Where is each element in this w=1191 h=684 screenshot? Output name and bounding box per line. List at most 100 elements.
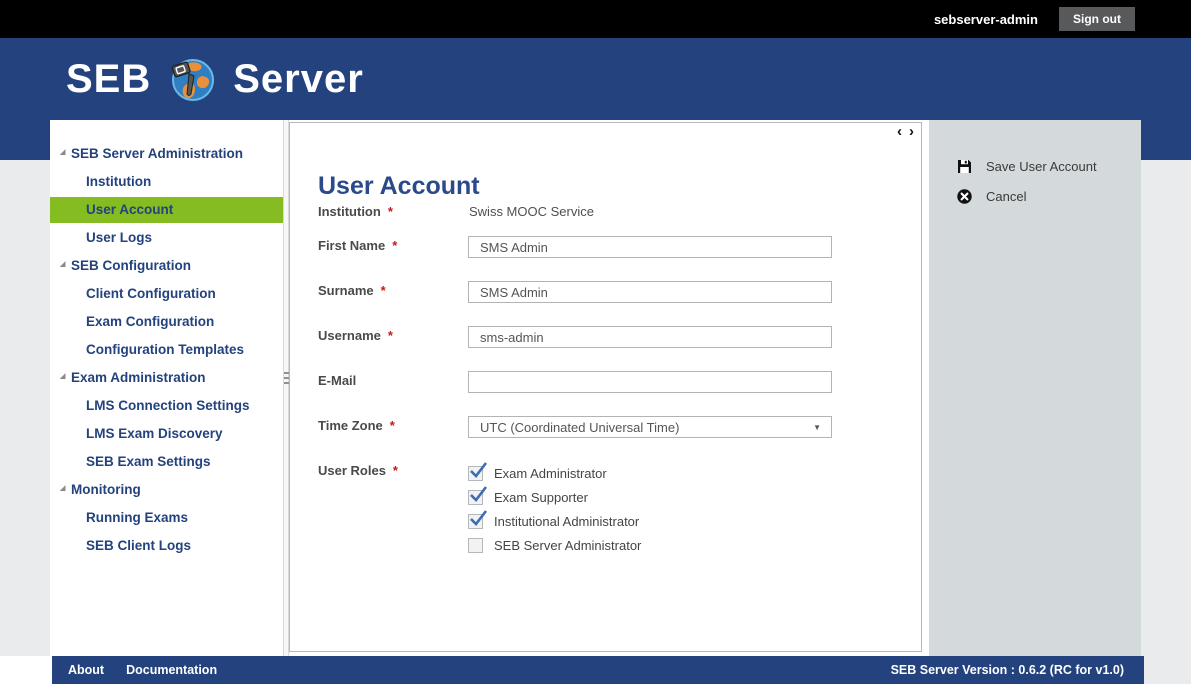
app-header: SEB Server (0, 38, 1191, 120)
e-mail-field[interactable] (468, 371, 832, 393)
user-account-form-panel: ‹ › User Account Institution* Swiss MOOC … (289, 122, 922, 652)
sidebar-item-exam-configuration[interactable]: Exam Configuration (50, 309, 283, 335)
cancel-button[interactable]: Cancel (929, 186, 1141, 206)
tree-expand-icon[interactable]: ◢ (60, 476, 71, 502)
sidebar-item-label: SEB Exam Settings (86, 449, 211, 475)
sidebar-item-label: Running Exams (86, 505, 188, 531)
save-user-account-button[interactable]: Save User Account (929, 156, 1141, 176)
sidebar-item-configuration-templates[interactable]: Configuration Templates (50, 337, 283, 363)
navigate-forward-icon[interactable]: › (909, 124, 914, 140)
role-checkbox-institutional-administrator[interactable]: Institutional Administrator (468, 513, 639, 529)
cancel-button-label: Cancel (986, 189, 1026, 204)
right-edge-gray (1141, 160, 1191, 684)
documentation-link[interactable]: Documentation (126, 663, 217, 677)
left-edge-gray (0, 160, 50, 656)
tree-expand-icon[interactable]: ◢ (60, 140, 71, 166)
dropdown-arrow-icon: ▼ (813, 423, 821, 432)
sidebar-item-label: Monitoring (71, 477, 141, 503)
history-navigation: ‹ › (897, 124, 914, 140)
sidebar-item-lms-exam-discovery[interactable]: LMS Exam Discovery (50, 421, 283, 447)
sidebar-item-label: Exam Administration (71, 365, 206, 391)
sidebar-item-user-account[interactable]: User Account (50, 197, 283, 223)
role-checkbox-label: Exam Administrator (494, 466, 607, 481)
checkbox-checked-icon[interactable] (468, 514, 483, 529)
field-row-user-roles: User Roles*Exam AdministratorExam Suppor… (318, 463, 898, 563)
sidebar-item-client-configuration[interactable]: Client Configuration (50, 281, 283, 307)
sidebar-item-running-exams[interactable]: Running Exams (50, 505, 283, 531)
floppy-disk-icon (957, 159, 972, 174)
role-checkbox-label: SEB Server Administrator (494, 538, 641, 553)
sidebar-item-label: LMS Exam Discovery (86, 421, 223, 447)
username-field[interactable] (468, 326, 832, 348)
sidebar-item-label: SEB Client Logs (86, 533, 191, 559)
role-checkbox-exam-administrator[interactable]: Exam Administrator (468, 465, 607, 481)
sidebar-item-seb-configuration[interactable]: ◢SEB Configuration (50, 253, 283, 279)
page-title: User Account (318, 172, 480, 201)
sidebar-item-seb-exam-settings[interactable]: SEB Exam Settings (50, 449, 283, 475)
field-label-institution: Institution* (318, 204, 393, 219)
right-edge-blue (1141, 120, 1191, 160)
seb-globe-beamer-icon (169, 56, 215, 102)
sidebar-item-label: LMS Connection Settings (86, 393, 250, 419)
seb-server-app: sebserver-admin Sign out SEB Server ◢SEB… (0, 0, 1191, 684)
sidebar-item-label: Institution (86, 169, 151, 195)
save-button-label: Save User Account (986, 159, 1097, 174)
role-checkbox-label: Institutional Administrator (494, 514, 639, 529)
sidebar-item-label: Exam Configuration (86, 309, 214, 335)
logo-text-seb: SEB (66, 57, 151, 102)
first-name-field[interactable] (468, 236, 832, 258)
field-row-surname: Surname* (318, 283, 898, 307)
surname-field[interactable] (468, 281, 832, 303)
role-checkbox-exam-supporter[interactable]: Exam Supporter (468, 489, 588, 505)
about-link[interactable]: About (68, 663, 104, 677)
tree-expand-icon[interactable]: ◢ (60, 252, 71, 278)
logged-in-username: sebserver-admin (934, 12, 1038, 27)
checkbox-checked-icon[interactable] (468, 490, 483, 505)
navigate-back-icon[interactable]: ‹ (897, 124, 902, 140)
left-edge-blue (0, 120, 50, 160)
required-marker: * (388, 328, 393, 343)
role-checkbox-label: Exam Supporter (494, 490, 588, 505)
sidebar-item-institution[interactable]: Institution (50, 169, 283, 195)
sidebar-item-label: SEB Configuration (71, 253, 191, 279)
field-label-e-mail: E-Mail (318, 373, 356, 388)
sidebar-item-seb-server-administration[interactable]: ◢SEB Server Administration (50, 141, 283, 167)
sidebar-item-label: Configuration Templates (86, 337, 244, 363)
sidebar-item-seb-client-logs[interactable]: SEB Client Logs (50, 533, 283, 559)
field-row-time-zone: Time Zone* UTC (Coordinated Universal Tim… (318, 418, 898, 442)
sidebar-item-label: User Account (86, 197, 173, 223)
sidebar-item-lms-connection-settings[interactable]: LMS Connection Settings (50, 393, 283, 419)
logo-text-server: Server (233, 57, 364, 102)
field-row-e-mail: E-Mail (318, 373, 898, 397)
field-row-institution: Institution* Swiss MOOC Service (318, 204, 898, 228)
footer-bar: About Documentation SEB Server Version :… (52, 656, 1144, 684)
field-label-first-name: First Name* (318, 238, 397, 253)
field-row-username: Username* (318, 328, 898, 352)
sidebar-item-label: Client Configuration (86, 281, 216, 307)
footer-right-corner (1144, 656, 1191, 684)
required-marker: * (393, 463, 398, 478)
sidebar-item-monitoring[interactable]: ◢Monitoring (50, 477, 283, 503)
circle-x-icon (957, 189, 972, 204)
field-value-institution: Swiss MOOC Service (469, 204, 594, 219)
field-row-first-name: First Name* (318, 238, 898, 262)
time-zone-select[interactable]: UTC (Coordinated Universal Time) ▼ (468, 416, 832, 438)
selected-option-label: UTC (Coordinated Universal Time) (480, 420, 679, 435)
checkbox-checked-icon[interactable] (468, 466, 483, 481)
required-marker: * (388, 204, 393, 219)
sign-out-button[interactable]: Sign out (1059, 7, 1135, 31)
field-label-time-zone: Time Zone* (318, 418, 395, 433)
sidebar-item-label: User Logs (86, 225, 152, 251)
action-panel: Save User Account Cancel (929, 120, 1141, 656)
required-marker: * (390, 418, 395, 433)
sidebar-item-user-logs[interactable]: User Logs (50, 225, 283, 251)
sidebar-navigation: ◢SEB Server AdministrationInstitutionUse… (50, 120, 283, 656)
required-marker: * (392, 238, 397, 253)
field-label-surname: Surname* (318, 283, 386, 298)
field-label-username: Username* (318, 328, 393, 343)
role-checkbox-seb-server-administrator[interactable]: SEB Server Administrator (468, 537, 641, 553)
checkbox-unchecked-icon[interactable] (468, 538, 483, 553)
tree-expand-icon[interactable]: ◢ (60, 364, 71, 390)
sidebar-item-exam-administration[interactable]: ◢Exam Administration (50, 365, 283, 391)
sidebar-item-label: SEB Server Administration (71, 141, 243, 167)
